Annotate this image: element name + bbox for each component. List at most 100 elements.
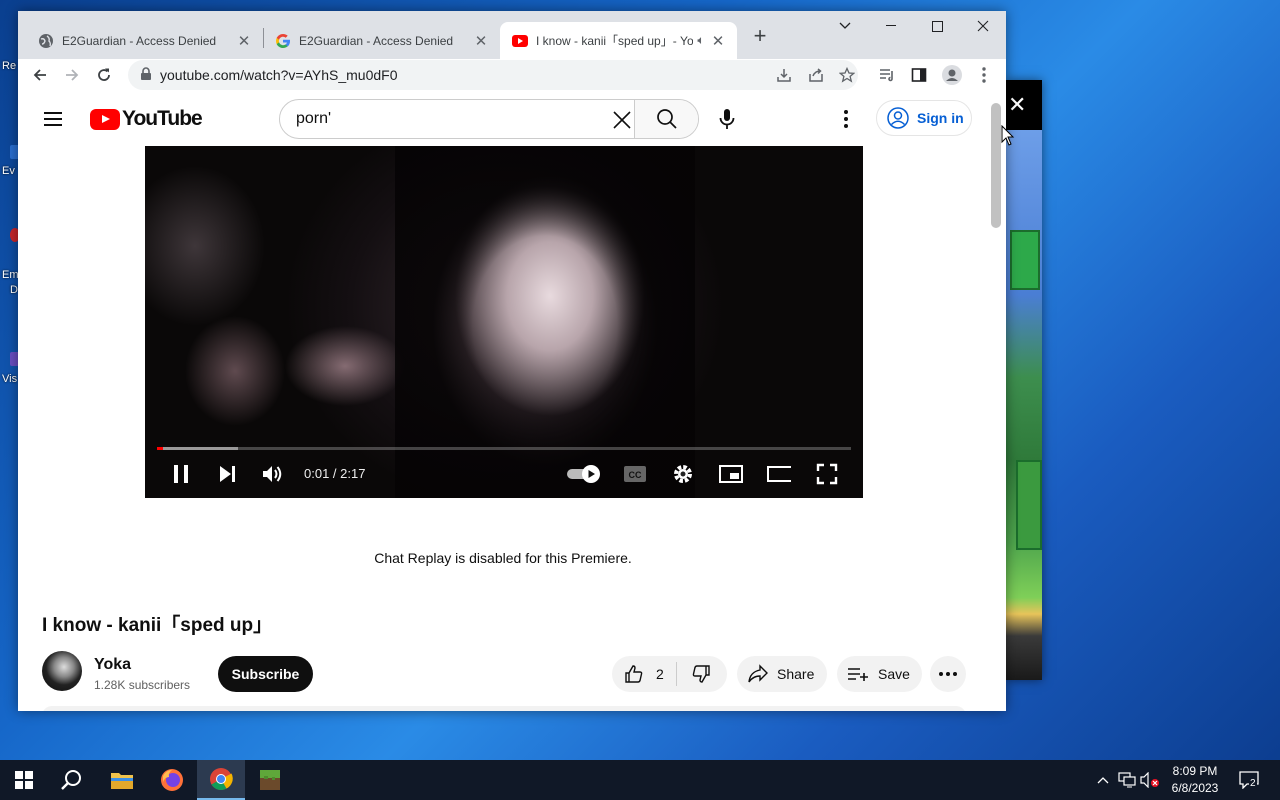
settings-gear-icon[interactable]: [671, 462, 695, 486]
tab-e2guardian-1[interactable]: E2Guardian - Access Denied ✕: [18, 22, 263, 59]
profile-avatar-icon[interactable]: [938, 61, 966, 89]
tab-title: E2Guardian - Access Denied: [299, 33, 454, 48]
page-scrollbar[interactable]: [991, 103, 1001, 228]
sign-in-label: Sign in: [917, 110, 964, 126]
played-bar: [157, 447, 163, 450]
autoplay-toggle[interactable]: [567, 462, 603, 486]
tab-close-icon[interactable]: ✕: [472, 32, 490, 50]
tab-close-icon[interactable]: ✕: [709, 32, 727, 50]
close-icon[interactable]: ✕: [1008, 92, 1026, 118]
maximize-button[interactable]: [914, 11, 960, 41]
search-input[interactable]: porn': [296, 110, 331, 128]
desktop-icon-label[interactable]: Em: [2, 269, 19, 281]
forward-button[interactable]: [58, 61, 86, 89]
creeper-block: [1010, 230, 1040, 290]
video-player[interactable]: 0:01 / 2:17 CC: [145, 146, 863, 498]
youtube-logo-text: YouTube: [122, 107, 203, 130]
tab-close-icon[interactable]: ✕: [235, 32, 253, 50]
hamburger-menu-icon[interactable]: [42, 109, 66, 129]
svg-text:CC: CC: [629, 470, 642, 480]
tab-strip: E2Guardian - Access Denied ✕ E2Guardian …: [18, 11, 1006, 59]
install-icon[interactable]: [774, 65, 794, 85]
browser-window: E2Guardian - Access Denied ✕ E2Guardian …: [18, 11, 1006, 711]
desktop-icon-label[interactable]: Re: [2, 60, 16, 72]
like-button[interactable]: 2: [612, 656, 676, 692]
start-button[interactable]: [0, 760, 48, 800]
file-explorer-button[interactable]: [98, 760, 146, 800]
firefox-button[interactable]: [148, 760, 196, 800]
folder-icon: [111, 773, 133, 789]
account-icon: [887, 107, 909, 129]
video-frame-shadow: [395, 146, 695, 498]
more-actions-icon[interactable]: [930, 656, 966, 692]
windows-icon: [15, 771, 33, 789]
desktop-icon-label[interactable]: Vis: [2, 373, 17, 385]
subscribe-button[interactable]: Subscribe: [218, 656, 313, 692]
notification-count: 2: [1249, 778, 1257, 789]
search-button-taskbar[interactable]: [48, 760, 96, 800]
channel-name[interactable]: Yoka: [94, 656, 131, 674]
notifications-icon[interactable]: 2: [1238, 770, 1260, 790]
url-text: youtube.com/watch?v=AYhS_mu0dF0: [160, 67, 398, 83]
tab-e2guardian-2[interactable]: E2Guardian - Access Denied ✕: [255, 22, 500, 59]
chrome-menu-icon[interactable]: [970, 61, 998, 89]
tab-audio-icon[interactable]: 🔈︎: [693, 33, 709, 48]
share-arrow-icon: [748, 664, 768, 683]
search-box[interactable]: porn': [279, 99, 699, 139]
youtube-logo[interactable]: YouTube: [90, 107, 203, 131]
fullscreen-icon[interactable]: [815, 462, 839, 486]
desktop-icon-label[interactable]: D: [10, 284, 18, 296]
channel-avatar[interactable]: [42, 651, 82, 691]
search-icon: [61, 770, 81, 790]
next-icon[interactable]: [215, 462, 239, 486]
video-title: I know - kanii「sped up」: [42, 615, 273, 636]
firefox-icon: [161, 769, 183, 791]
share-button[interactable]: Share: [737, 656, 827, 692]
like-dislike-group: 2: [612, 656, 727, 692]
youtube-play-icon: [90, 108, 120, 130]
background-game-window[interactable]: ✕: [1006, 80, 1042, 680]
system-clock[interactable]: 8:09 PM 6/8/2023: [1162, 763, 1228, 797]
thumbs-up-icon: [625, 665, 643, 683]
volume-muted-icon[interactable]: [1140, 770, 1160, 790]
reload-button[interactable]: [90, 61, 118, 89]
back-button[interactable]: [26, 61, 54, 89]
tab-youtube[interactable]: I know - kanii「sped up」- Yo 🔈︎ ✕: [500, 22, 737, 59]
side-panel-icon[interactable]: [905, 61, 933, 89]
address-bar[interactable]: youtube.com/watch?v=AYhS_mu0dF0: [128, 60, 858, 90]
dislike-button[interactable]: [677, 656, 725, 692]
new-tab-button[interactable]: +: [748, 25, 772, 49]
microphone-icon[interactable]: [715, 107, 739, 131]
share-icon[interactable]: [806, 65, 826, 85]
chrome-taskbar-button[interactable]: [197, 760, 245, 800]
tab-title: I know - kanii「sped up」- Yo: [536, 34, 693, 48]
progress-bar[interactable]: [157, 447, 851, 450]
theater-mode-icon[interactable]: [767, 462, 791, 486]
tab-search-icon[interactable]: [822, 11, 868, 41]
captions-icon[interactable]: CC: [623, 462, 647, 486]
game-scene: [1006, 130, 1042, 680]
media-control-icon[interactable]: [873, 61, 901, 89]
minimize-button[interactable]: [868, 11, 914, 41]
search-button[interactable]: [634, 100, 698, 138]
minecraft-taskbar-button[interactable]: [246, 760, 294, 800]
youtube-page: YouTube porn' Sign in 0:01 / 2:17 CC Cha…: [18, 91, 1006, 711]
lock-icon[interactable]: [140, 67, 152, 86]
sign-in-button[interactable]: Sign in: [876, 100, 972, 136]
clock-date: 6/8/2023: [1171, 781, 1219, 795]
save-button[interactable]: Save: [837, 656, 922, 692]
settings-menu-icon[interactable]: [836, 107, 856, 131]
clear-search-icon[interactable]: [610, 108, 634, 132]
creeper-block: [1016, 460, 1042, 550]
description-box[interactable]: [42, 706, 966, 711]
miniplayer-icon[interactable]: [719, 462, 743, 486]
chat-replay-notice: Chat Replay is disabled for this Premier…: [374, 550, 632, 566]
show-hidden-icons-icon[interactable]: [1093, 770, 1113, 790]
desktop-icon-label[interactable]: Ev: [2, 165, 15, 177]
volume-icon[interactable]: [261, 462, 285, 486]
pause-icon[interactable]: [169, 462, 193, 486]
bookmark-star-icon[interactable]: [837, 65, 857, 85]
network-icon[interactable]: [1117, 770, 1137, 790]
globe-icon: [38, 33, 54, 49]
close-window-button[interactable]: [960, 11, 1006, 41]
